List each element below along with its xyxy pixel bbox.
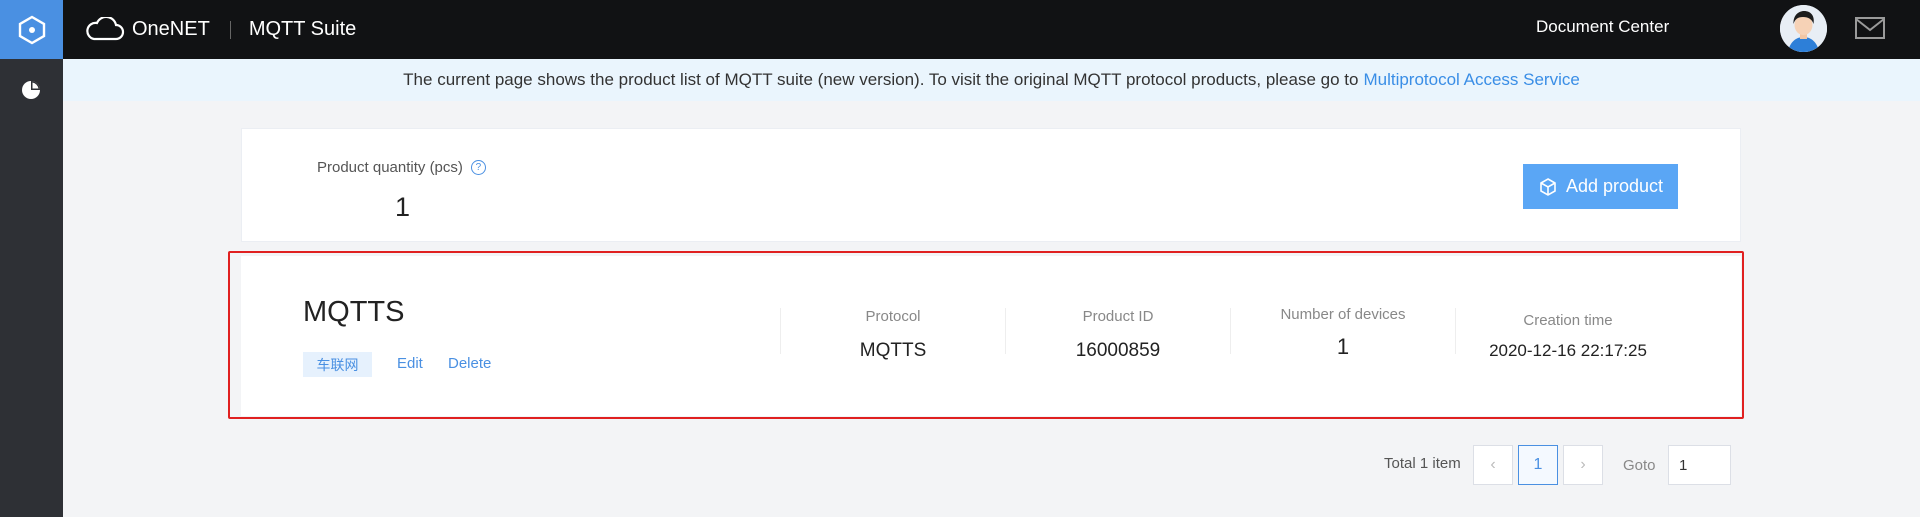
- summary-card: Product quantity (pcs) ? 1 Add product: [241, 128, 1741, 242]
- creation-time-label: Creation time: [1523, 312, 1613, 329]
- brand-name: OneNET: [132, 18, 210, 40]
- help-icon[interactable]: ?: [470, 160, 486, 175]
- pie-chart-icon: [22, 81, 40, 99]
- avatar-icon: [1780, 5, 1827, 52]
- pagination-total: Total 1 item: [1384, 455, 1461, 472]
- hexagon-logo-icon: [18, 15, 45, 44]
- add-product-label: Add product: [1565, 176, 1664, 196]
- protocol-value: MQTTS: [859, 340, 927, 361]
- document-center-link[interactable]: Document Center: [1536, 0, 1669, 59]
- goto-page-input[interactable]: [1668, 445, 1731, 485]
- next-page-button[interactable]: ›: [1563, 445, 1603, 485]
- delete-link[interactable]: Delete: [448, 355, 491, 372]
- creation-time-value: 2020-12-16 22:17:25: [1489, 341, 1647, 360]
- product-card[interactable]: MQTTS 车联网 Edit Delete Protocol MQTTS Pro…: [241, 256, 1741, 416]
- brand-divider: [229, 20, 231, 39]
- product-quantity-value: 1: [395, 192, 411, 222]
- sidebar: [0, 59, 63, 517]
- product-quantity-label: Product quantity (pcs): [317, 159, 463, 176]
- edit-link[interactable]: Edit: [397, 355, 423, 372]
- cloud-logo-icon: [86, 16, 125, 40]
- product-name[interactable]: MQTTS: [303, 296, 405, 329]
- multiprotocol-access-link[interactable]: Multiprotocol Access Service: [1363, 70, 1579, 90]
- top-bar: OneNET MQTT Suite Document Center: [0, 0, 1920, 59]
- app-logo[interactable]: [0, 0, 63, 59]
- creation-time-column: Creation time 2020-12-16 22:17:25: [1455, 308, 1680, 360]
- mail-icon[interactable]: [1854, 16, 1886, 45]
- product-id-value: 16000859: [1075, 340, 1161, 361]
- notice-text: The current page shows the product list …: [403, 70, 1359, 89]
- device-count-column: Number of devices 1: [1230, 306, 1455, 359]
- notice-banner: The current page shows the product list …: [63, 59, 1920, 101]
- user-avatar[interactable]: [1780, 5, 1827, 52]
- brand: OneNET MQTT Suite: [84, 0, 356, 59]
- device-count-label: Number of devices: [1280, 306, 1406, 323]
- product-tag: 车联网: [303, 352, 372, 377]
- add-product-button[interactable]: Add product: [1523, 164, 1678, 209]
- goto-label: Goto: [1623, 457, 1656, 474]
- product-quantity-label-group: Product quantity (pcs) ?: [317, 159, 486, 176]
- protocol-label: Protocol: [865, 308, 921, 325]
- suite-name: MQTT Suite: [248, 18, 357, 40]
- page-button-1[interactable]: 1: [1518, 445, 1558, 485]
- cube-icon: [1540, 177, 1556, 196]
- device-count-value: 1: [1336, 334, 1350, 359]
- protocol-column: Protocol MQTTS: [780, 308, 1005, 361]
- prev-page-button[interactable]: ‹: [1473, 445, 1513, 485]
- product-id-column: Product ID 16000859: [1005, 308, 1230, 361]
- sidebar-item-dashboard[interactable]: [20, 79, 42, 106]
- product-id-label: Product ID: [1082, 308, 1154, 325]
